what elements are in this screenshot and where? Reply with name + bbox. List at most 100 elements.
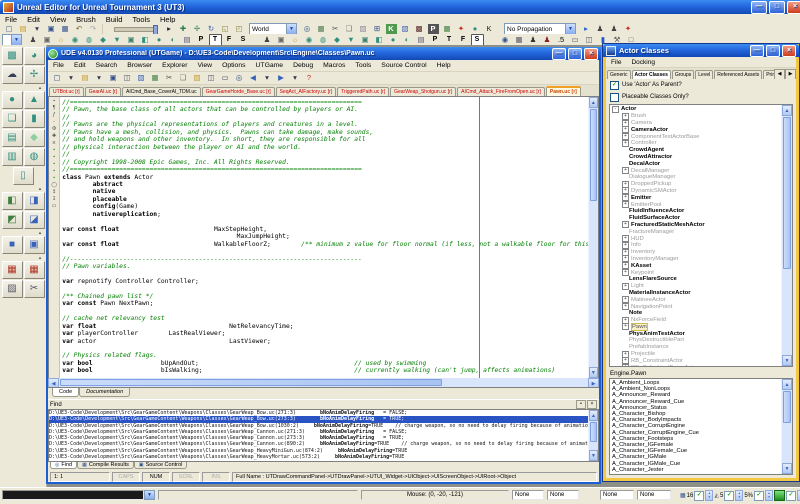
maximize-button[interactable]: □ (568, 48, 582, 60)
terrain-mode-icon[interactable]: ☁ (2, 66, 23, 84)
tree-item-light[interactable]: +Light (610, 283, 781, 290)
viewport-letter-f[interactable]: F (457, 34, 470, 46)
gutter-icon[interactable]: ▪ (50, 175, 59, 182)
code-line[interactable]: /** Chained pawn list */ (62, 293, 587, 300)
browser-tab-groups[interactable]: Groups (672, 70, 694, 79)
tree-item-rb_cylindricalforceactor[interactable]: +RB_CylindricalForceActor (610, 364, 781, 366)
autosave-checkbox[interactable]: ✓ (786, 491, 796, 501)
viewport-sphere-icon[interactable]: ◉ (69, 34, 82, 46)
editor-vertical-scrollbar[interactable]: ▲ ▼ (588, 97, 598, 378)
viewport-letter-t[interactable]: T (443, 34, 456, 46)
viewport-letter-f[interactable]: F (223, 34, 236, 46)
viewport-box-icon[interactable]: ▣ (359, 34, 372, 46)
window-cascade-icon[interactable]: ▭ (219, 72, 232, 84)
tree-item-lensflaresource[interactable]: LensFlareSource (610, 276, 781, 283)
editor-horizontal-scrollbar[interactable]: ◀ ▶ (48, 378, 599, 387)
browser-tab-referenced-assets[interactable]: Referenced Assets (714, 70, 762, 79)
code-line[interactable]: //--------------------------------------… (62, 256, 587, 263)
cards-brush-icon[interactable]: ▤ (2, 129, 23, 147)
csg-subtract-icon[interactable]: ◨ (24, 192, 45, 210)
tab-source-control[interactable]: ▣Source Control (134, 462, 187, 469)
scroll-down-icon[interactable]: ▼ (782, 463, 792, 474)
code-line[interactable]: var playerController LastRealViewer; (62, 330, 587, 337)
tab-find[interactable]: ◎Find (50, 462, 77, 469)
ude-menu-item-search[interactable]: Search (91, 62, 123, 69)
tree-item-kasset[interactable]: +KAsset (610, 262, 781, 269)
viewport-sphere-icon[interactable]: ◉ (303, 34, 316, 46)
ude-menu-item-tools[interactable]: Tools (350, 62, 376, 69)
tab-code[interactable]: Code (52, 388, 79, 397)
ude-menu-item-source-control[interactable]: Source Control (376, 62, 431, 69)
file-tab-triggeredpath[interactable]: TriggeredPath.uc [r] (337, 87, 389, 96)
viewport-half-icon[interactable]: ◧ (373, 34, 386, 46)
sphere-brush-icon[interactable]: ● (2, 91, 23, 109)
actor-menu-item-file[interactable]: File (606, 59, 626, 66)
gutter-icon[interactable]: ↧ (50, 196, 59, 203)
viewport-wire-icon[interactable]: ◍ (83, 34, 96, 46)
scale-grid-spinner[interactable]: ▴▾ (765, 490, 773, 501)
player-start-icon[interactable]: ♟ (261, 34, 274, 46)
volumetric-brush-icon[interactable]: ◆ (24, 129, 45, 147)
open-dropdown-icon[interactable]: ▾ (93, 72, 106, 84)
expand-icon[interactable]: + (622, 364, 629, 366)
code-line[interactable]: abstract (62, 181, 587, 188)
viewport-letter-t[interactable]: T (209, 34, 222, 46)
unchecked-checkbox[interactable] (610, 93, 619, 102)
list-item[interactable]: A_Character_Jester (610, 467, 781, 473)
minimize-button[interactable]: — (751, 1, 767, 14)
command-combobox[interactable] (2, 490, 144, 500)
drag-grid-checkbox[interactable]: ✓ (694, 491, 704, 501)
code-line[interactable]: // physical interaction between the play… (62, 144, 587, 151)
code-line[interactable] (62, 218, 587, 225)
camera-mode-icon[interactable]: ▩ (2, 47, 23, 65)
scroll-up-icon[interactable]: ▲ (589, 97, 598, 108)
rotation-grid-spinner[interactable]: ▴▾ (735, 490, 743, 501)
close-button[interactable]: × (782, 45, 796, 57)
tree-item-emitter[interactable]: +Emitter (610, 194, 781, 201)
expand-icon[interactable]: + (622, 269, 629, 276)
tree-item-physdestructiblepart[interactable]: PhysDestructiblePart (610, 337, 781, 344)
sheet-brush-icon[interactable]: ❏ (2, 110, 23, 128)
code-line[interactable]: native (62, 188, 587, 195)
select-inside-icon[interactable]: ▦ (2, 261, 23, 279)
tree-item-dynamicsmactor[interactable]: +DynamicSMActor (610, 188, 781, 195)
tree-item-info[interactable]: +Info (610, 242, 781, 249)
checked-checkbox[interactable]: ✓ (610, 81, 619, 90)
find-vertical-scrollbar[interactable]: ▲ ▼ (588, 410, 598, 461)
texture-align-icon[interactable]: ✢ (24, 66, 45, 84)
browser-tab-actor-classes[interactable]: Actor Classes (632, 70, 671, 79)
file-tab-seqact_aifactory[interactable]: SeqAct_AIFactory.uc [r] (276, 87, 336, 96)
tree-item-inventorymanager[interactable]: +InventoryManager (610, 256, 781, 263)
realtime-eye-icon[interactable]: ◉ (499, 34, 512, 46)
tree-item-cameraactor[interactable]: +CameraActor (610, 126, 781, 133)
viewport-dot-icon[interactable]: ● (153, 34, 166, 46)
code-line[interactable]: placeable (62, 196, 587, 203)
layout-one-icon[interactable]: ▭ (569, 34, 582, 46)
file-tab-gearweap_shotgun[interactable]: GearWeap_Shotgun.uc [r] (390, 87, 456, 96)
viewport-wire-icon[interactable]: ◍ (317, 34, 330, 46)
close-button[interactable]: × (787, 1, 800, 14)
find-icon[interactable]: ◎ (233, 72, 246, 84)
viewport-shade-icon[interactable]: ◐ (167, 34, 180, 46)
file-tab-pawn[interactable]: Pawn.uc [r] (546, 86, 581, 96)
select-cull-icon[interactable]: ▦ (24, 261, 45, 279)
code-line[interactable]: // Pawn, the base class of all actors th… (62, 106, 587, 113)
cut-icon[interactable]: ✂ (163, 72, 176, 84)
file-tab-utbot[interactable]: UTBot.uc [r] (49, 87, 84, 96)
forward-dropdown-icon[interactable]: ▾ (289, 72, 302, 84)
viewport-brush-icon[interactable]: ◆ (331, 34, 344, 46)
tree-item-keypoint[interactable]: +Keypoint (610, 269, 781, 276)
forward-icon[interactable]: ▶ (275, 72, 288, 84)
expand-icon[interactable]: + (622, 140, 629, 147)
camera-speed-icon[interactable]: ▣ (275, 34, 288, 46)
ude-menu-item-explorer[interactable]: Explorer (157, 62, 192, 69)
expand-icon[interactable]: + (622, 303, 629, 310)
collapse-icon[interactable]: - (612, 106, 619, 113)
tree-item-hud[interactable]: +HUD (610, 235, 781, 242)
command-combo-arrow[interactable]: ▼ (144, 490, 155, 500)
tree-item-materialinstanceactor[interactable]: MaterialInstanceActor (610, 290, 781, 297)
lighting-icon[interactable]: ☼ (55, 34, 68, 46)
code-line[interactable]: // Pawn variables. (62, 263, 587, 270)
tree-item-projectile[interactable]: +Projectile (610, 351, 781, 358)
ude-menu-item-view[interactable]: View (192, 62, 217, 69)
